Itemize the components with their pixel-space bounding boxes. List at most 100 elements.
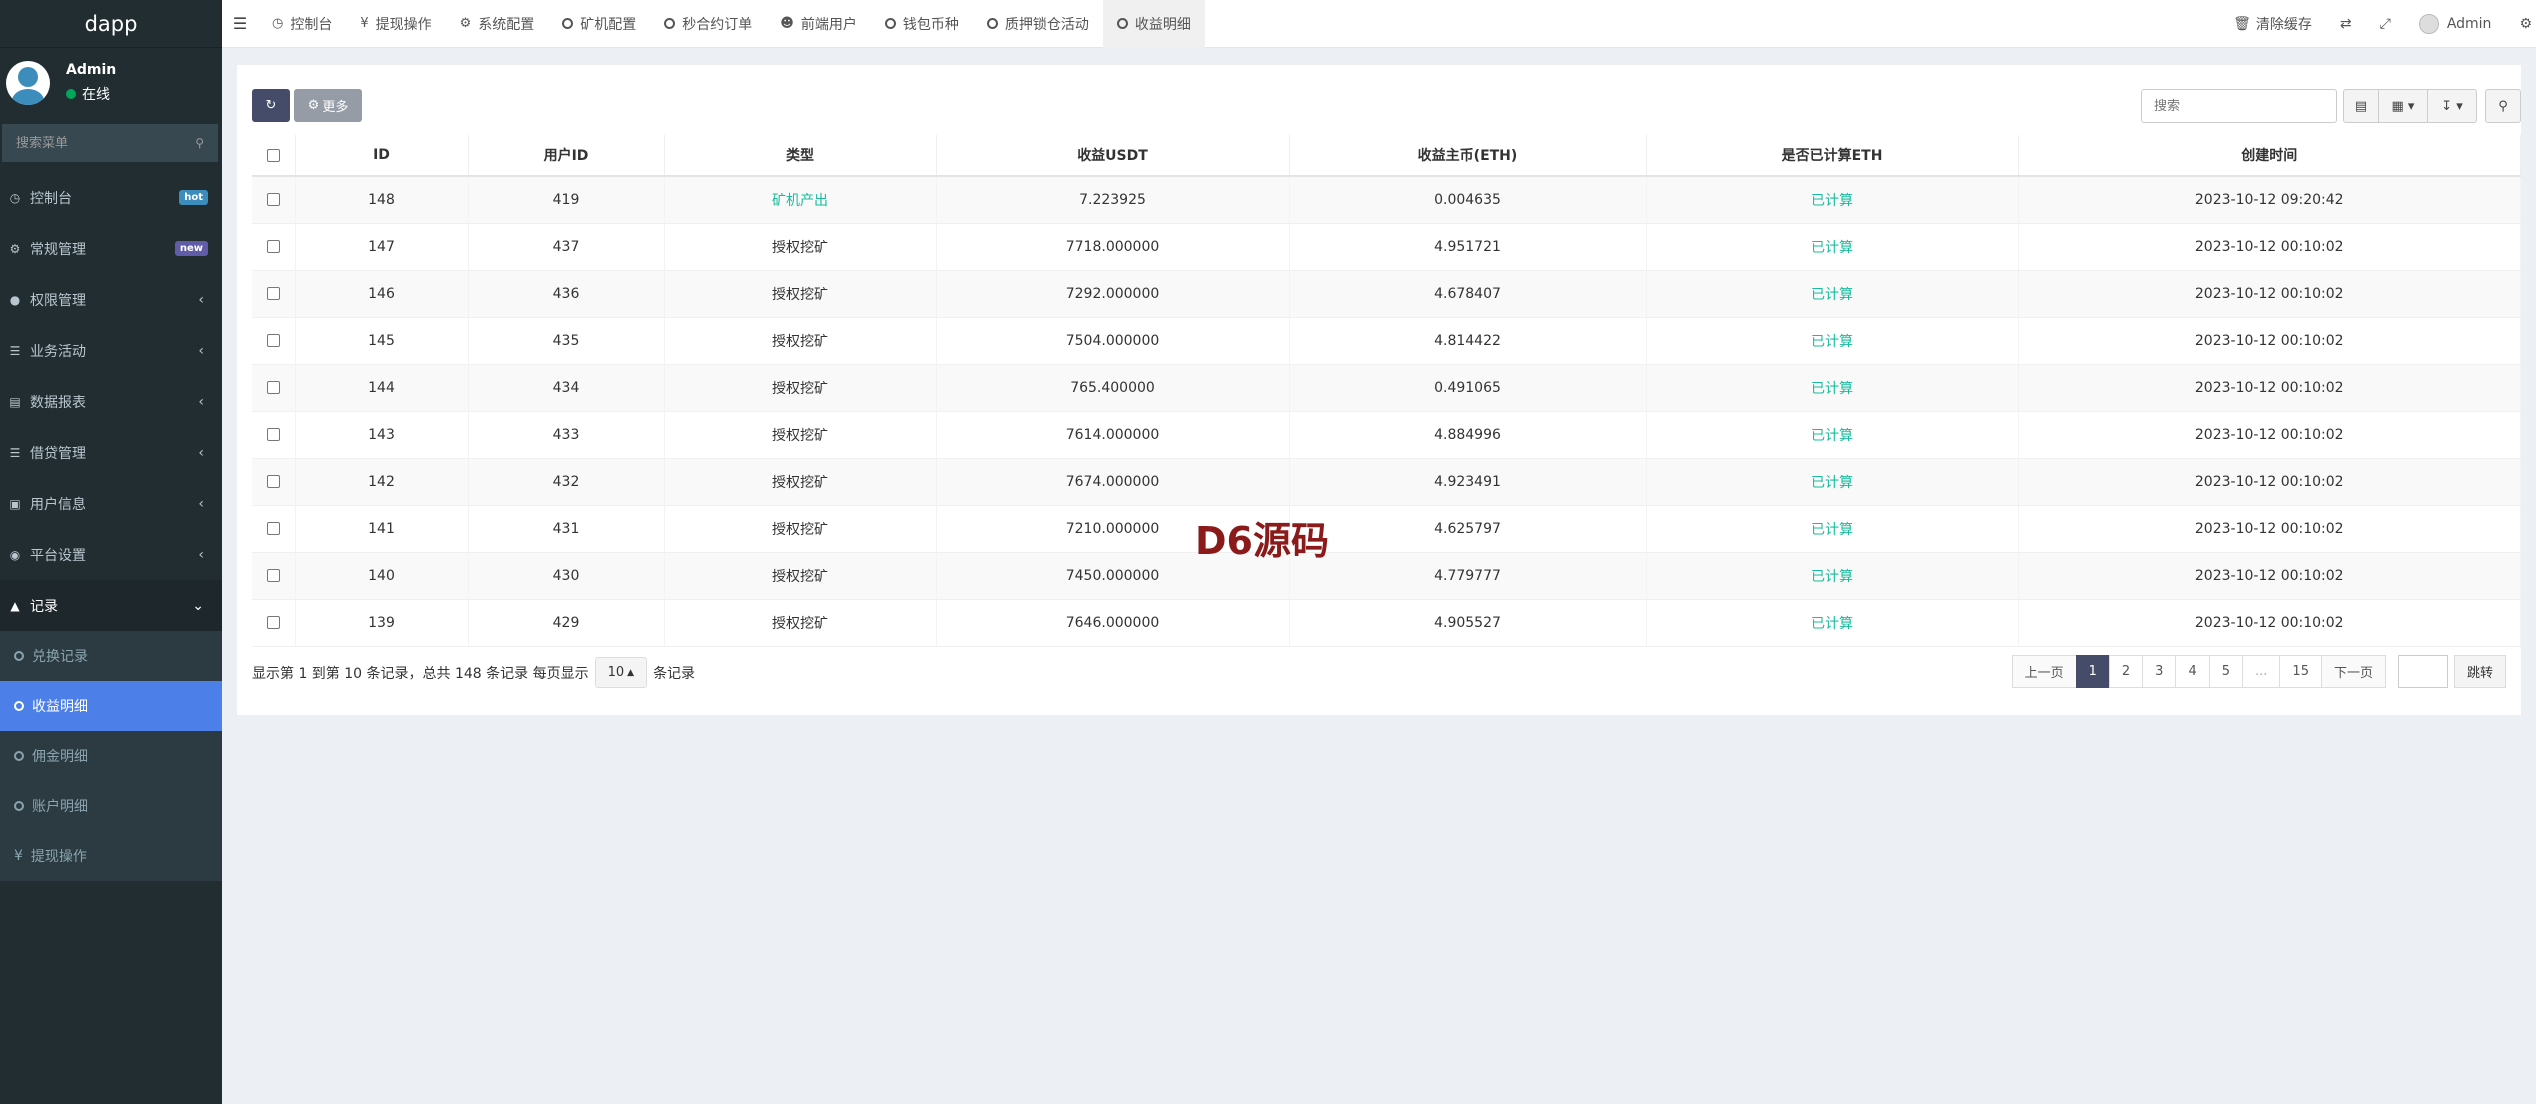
page-3[interactable]: 3 (2142, 655, 2177, 688)
row-checkbox[interactable] (266, 569, 280, 582)
tab-system-config[interactable]: ⚙ 系统配置 (446, 0, 549, 48)
sidebar-item-permissions[interactable]: ● 权限管理 ‹ (0, 274, 222, 325)
cell-calculated[interactable]: 已计算 (1646, 505, 2019, 553)
tab-earnings[interactable]: 收益明细 (1102, 0, 1205, 48)
sidebar-item-users[interactable]: ▣ 用户信息 ‹ (0, 478, 222, 529)
sidebar-item-loans[interactable]: ☰ 借贷管理 ‹ (0, 427, 222, 478)
page-size-select[interactable]: 10 ▲ (594, 657, 648, 688)
cell-id: 148 (295, 176, 469, 224)
table-row[interactable]: 143 433 授权挖矿 7614.000000 4.884996 已计算 2023-10-… (252, 411, 2521, 459)
cell-calculated[interactable]: 已计算 (1646, 317, 2019, 365)
row-checkbox[interactable] (266, 193, 280, 207)
tab-staking[interactable]: 质押锁仓活动 (973, 0, 1103, 48)
hamburger-icon[interactable]: ☰ (222, 14, 258, 33)
app-logo[interactable]: dapp (0, 0, 222, 48)
cell-calculated[interactable]: 已计算 (1646, 458, 2019, 506)
clear-cache-button[interactable]: 🗑 清除缓存 (2219, 14, 2326, 34)
table-row[interactable]: 142 432 授权挖矿 7674.000000 4.923491 已计算 2023-10-… (252, 458, 2521, 506)
tab-wallet-coins[interactable]: 钱包币种 (871, 0, 973, 48)
cell-usdt: 7718.000000 (936, 223, 1290, 271)
row-checkbox[interactable] (266, 428, 280, 441)
col-eth[interactable]: 收益主币(ETH) (1289, 135, 1647, 177)
table-search-input[interactable] (2141, 89, 2337, 123)
page-prev[interactable]: 上一页 (2011, 655, 2077, 688)
cell-calculated[interactable]: 已计算 (1646, 364, 2019, 412)
pagination: 上一页 1 2 3 4 5 ... 15 下一页 跳转 (2011, 655, 2506, 688)
col-created[interactable]: 创建时间 (2018, 135, 2521, 177)
sidebar-item-platform[interactable]: ◉ 平台设置 ‹ (0, 529, 222, 580)
tab-label: 秒合约订单 (682, 16, 753, 33)
page-15[interactable]: 15 (2279, 655, 2322, 688)
page-next[interactable]: 下一页 (2320, 655, 2386, 688)
toggle-view-button[interactable]: ▤ (2343, 89, 2379, 123)
row-checkbox[interactable] (266, 381, 280, 394)
fullscreen-icon[interactable]: ⤢ (2366, 16, 2405, 32)
sidebar-item-reports[interactable]: ▤ 数据报表 ‹ (0, 376, 222, 427)
page-5[interactable]: 5 (2208, 655, 2244, 688)
cell-type[interactable]: 矿机产出 (664, 176, 937, 224)
cell-calculated[interactable]: 已计算 (1646, 552, 2019, 600)
cell-calculated[interactable]: 已计算 (1646, 411, 2019, 459)
cell-user-id: 436 (468, 270, 665, 318)
table-row[interactable]: 139 429 授权挖矿 7646.000000 4.905527 已计算 2023-10-… (252, 599, 2521, 647)
col-type[interactable]: 类型 (664, 135, 937, 177)
sidebar-subitem-earnings[interactable]: 收益明细 (0, 681, 222, 731)
table-row[interactable]: 145 435 授权挖矿 7504.000000 4.814422 已计算 2023-10-… (252, 317, 2521, 365)
chevron-left-icon: ‹ (198, 444, 204, 461)
search-icon[interactable]: ⚲ (195, 136, 204, 150)
row-checkbox[interactable] (266, 616, 280, 629)
language-icon[interactable]: ⇄ (2326, 16, 2366, 32)
table-row[interactable]: 141 431 授权挖矿 7210.000000 4.625797 已计算 2023-10-… (252, 505, 2521, 553)
advanced-search-button[interactable]: ⚲ (2485, 89, 2521, 123)
row-checkbox[interactable] (266, 522, 280, 535)
col-user-id[interactable]: 用户ID (468, 135, 665, 177)
table-row[interactable]: 146 436 授权挖矿 7292.000000 4.678407 已计算 2023-10-… (252, 270, 2521, 318)
sidebar-item-records[interactable]: ▲ 记录 ⌄ (0, 580, 222, 631)
col-usdt[interactable]: 收益USDT (936, 135, 1290, 177)
tab-frontend-users[interactable]: ☻ 前端用户 (766, 0, 871, 48)
table-row[interactable]: 144 434 授权挖矿 765.400000 0.491065 已计算 2023-10-1… (252, 364, 2521, 412)
table-row[interactable]: 147 437 授权挖矿 7718.000000 4.951721 已计算 2023-10-… (252, 223, 2521, 271)
cell-calculated[interactable]: 已计算 (1646, 176, 2019, 224)
cell-type: 授权挖矿 (664, 411, 937, 459)
page-1[interactable]: 1 (2075, 655, 2110, 688)
select-all-checkbox[interactable] (266, 148, 280, 162)
user-menu[interactable]: Admin (2405, 14, 2506, 34)
col-id[interactable]: ID (295, 135, 469, 177)
tab-contract-orders[interactable]: 秒合约订单 (650, 0, 766, 48)
export-button[interactable]: ↧ ▾ (2427, 89, 2477, 123)
refresh-button[interactable]: ↻ (252, 89, 290, 122)
page-2[interactable]: 2 (2108, 655, 2144, 688)
jump-button[interactable]: 跳转 (2453, 655, 2506, 688)
sidebar-item-general[interactable]: ⚙ 常规管理 new (0, 223, 222, 274)
cell-calculated[interactable]: 已计算 (1646, 270, 2019, 318)
more-button[interactable]: ⚙ 更多 (294, 89, 362, 122)
sidebar-subitem-withdraw[interactable]: ¥ 提现操作 (0, 831, 222, 881)
tab-miner-config[interactable]: 矿机配置 (548, 0, 650, 48)
sidebar-item-business[interactable]: ☰ 业务活动 ‹ (0, 325, 222, 376)
table-row[interactable]: 140 430 授权挖矿 7450.000000 4.779777 已计算 2023-10-… (252, 552, 2521, 600)
row-checkbox[interactable] (266, 287, 280, 300)
tab-dashboard[interactable]: ◷ 控制台 (258, 0, 346, 48)
sidebar-subitem-exchange[interactable]: 兑换记录 (0, 631, 222, 681)
sidebar-item-label: 权限管理 (30, 292, 86, 309)
sidebar-subitem-commission[interactable]: 佣金明细 (0, 731, 222, 781)
jump-page-input[interactable] (2397, 655, 2448, 688)
row-checkbox[interactable] (266, 240, 280, 253)
sidebar-subitem-account[interactable]: 账户明细 (0, 781, 222, 831)
table-row[interactable]: 148 419 矿机产出 7.223925 0.004635 已计算 2023-10-12 … (252, 176, 2521, 224)
sidebar-search-input[interactable] (16, 135, 176, 151)
cell-calculated[interactable]: 已计算 (1646, 223, 2019, 271)
col-calculated[interactable]: 是否已计算ETH (1646, 135, 2019, 177)
settings-gear-icon[interactable]: ⚙ (2505, 16, 2536, 32)
cell-calculated[interactable]: 已计算 (1646, 599, 2019, 647)
page-4[interactable]: 4 (2175, 655, 2210, 688)
table-body: 148 419 矿机产出 7.223925 0.004635 已计算 2023-10-12 … (252, 176, 2521, 647)
tab-withdraw[interactable]: ¥ 提现操作 (346, 0, 445, 48)
columns-button[interactable]: ▦ ▾ (2378, 89, 2428, 123)
cell-usdt: 7.223925 (936, 176, 1290, 224)
records-submenu: 兑换记录 收益明细 佣金明细 账户明细 ¥ 提现操作 (0, 631, 222, 881)
sidebar-item-dashboard[interactable]: ◷ 控制台 hot (0, 172, 222, 223)
row-checkbox[interactable] (266, 475, 280, 488)
row-checkbox[interactable] (266, 334, 280, 347)
